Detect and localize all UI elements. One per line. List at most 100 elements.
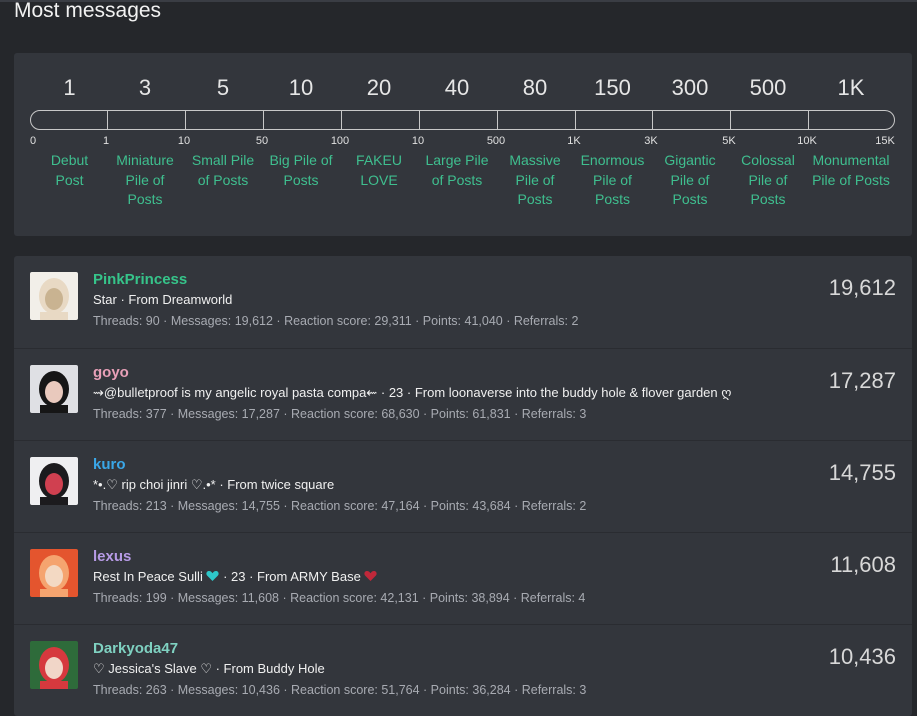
level-number: 1K bbox=[837, 75, 865, 100]
member-name-link[interactable]: kuro bbox=[93, 456, 126, 473]
trophy-name[interactable]: FAKEU LOVE bbox=[337, 151, 421, 190]
avatar-pinkprincess-icon[interactable] bbox=[30, 272, 78, 320]
member-stats: Threads: 213 · Messages: 14,755 · Reacti… bbox=[93, 499, 587, 513]
avatar-kuro-icon[interactable] bbox=[30, 457, 78, 505]
trophy-name[interactable]: Gigantic Pile of Posts bbox=[648, 151, 732, 210]
track-tick bbox=[497, 111, 498, 130]
member-row: kuro *•.♡ rip choi jinri ♡.•* · From twic… bbox=[14, 440, 912, 531]
member-user-title: Star · From Dreamworld bbox=[93, 292, 233, 307]
trophy-name-line: Posts bbox=[517, 191, 553, 207]
member-row: PinkPrincess Star · From Dreamworld Thread… bbox=[14, 256, 912, 347]
trophy-name-line: Posts bbox=[672, 191, 708, 207]
trophy-name-line: Pile of bbox=[593, 171, 632, 188]
trophy-name-line: of Posts bbox=[431, 171, 483, 188]
avatar-lexus-icon[interactable] bbox=[30, 549, 78, 597]
member-stats: Threads: 377 · Messages: 17,287 · Reacti… bbox=[93, 407, 587, 421]
trophy-name-line: Pile of bbox=[125, 171, 165, 188]
member-user-title: ⇝@bulletproof is my angelic royal pasta … bbox=[93, 385, 732, 400]
member-name-link[interactable]: PinkPrincess bbox=[93, 271, 187, 288]
track-tick bbox=[730, 111, 731, 130]
trophy-name[interactable]: Miniature Pile of Posts bbox=[103, 151, 187, 210]
trophy-name-line: Gigantic bbox=[664, 152, 716, 168]
trophy-name[interactable]: Small Pile of Posts bbox=[181, 151, 265, 190]
level-number: 1 bbox=[63, 75, 76, 100]
tick-label: 1K bbox=[567, 135, 581, 147]
trophy-name-line: Monumental bbox=[812, 152, 890, 168]
member-user-title: ♡ Jessica's Slave ♡ · From Buddy Hole bbox=[93, 661, 325, 676]
tick-label: 10K bbox=[797, 135, 817, 147]
tick-label: 50 bbox=[255, 135, 269, 147]
message-count: 10,436 bbox=[828, 644, 896, 669]
trophy-name-line: Massive bbox=[509, 152, 561, 168]
message-count: 11,608 bbox=[830, 552, 896, 577]
message-count: 14,755 bbox=[828, 460, 896, 485]
trophy-name-line: Miniature bbox=[116, 152, 174, 168]
tick-label: 10 bbox=[411, 135, 425, 147]
trophy-name-line: Pile of bbox=[515, 171, 555, 188]
message-count: 17,287 bbox=[828, 368, 896, 393]
trophy-name-line: of Posts bbox=[197, 171, 249, 188]
level-number: 500 bbox=[749, 75, 787, 100]
progress-track bbox=[30, 110, 895, 130]
member-row: lexus Rest In Peace Sulli · 23 · From ARM… bbox=[14, 532, 912, 623]
tick-label: 10 bbox=[177, 135, 191, 147]
trophy-name-line: Pile of Posts bbox=[812, 171, 890, 188]
tick-label: 3K bbox=[644, 135, 658, 147]
level-number: 300 bbox=[671, 75, 709, 100]
trophy-name-line: Debut bbox=[50, 152, 89, 168]
trophy-name-line: Colossal bbox=[741, 152, 795, 168]
member-row: goyo ⇝@bulletproof is my angelic royal pa… bbox=[14, 348, 912, 439]
level-number: 40 bbox=[444, 75, 470, 100]
track-tick bbox=[107, 111, 108, 130]
member-name-link[interactable]: lexus bbox=[93, 548, 131, 565]
trophy-name[interactable]: Enormous Pile of Posts bbox=[571, 151, 655, 210]
tick-label: 15K bbox=[875, 135, 895, 147]
trophy-name-line: Small Pile bbox=[191, 152, 255, 168]
trophy-name-line: Posts bbox=[127, 191, 163, 207]
trophy-name-line: FAKEU bbox=[356, 152, 402, 168]
member-title-part: · 23 · From ARMY Base bbox=[219, 569, 365, 584]
member-title-part: Rest In Peace Sulli bbox=[93, 569, 207, 584]
trophy-name-line: Posts bbox=[750, 191, 786, 207]
track-tick bbox=[575, 111, 576, 130]
track-tick bbox=[185, 111, 186, 130]
trophy-name-line: LOVE bbox=[360, 171, 398, 188]
member-stats: Threads: 263 · Messages: 10,436 · Reacti… bbox=[93, 683, 587, 697]
trophy-name[interactable]: Monumental Pile of Posts bbox=[803, 151, 899, 190]
heart-icon bbox=[206, 569, 220, 584]
track-tick bbox=[341, 111, 342, 130]
message-count: 19,612 bbox=[828, 275, 896, 300]
track-tick bbox=[419, 111, 420, 130]
tick-label: 1 bbox=[102, 135, 110, 147]
level-number: 10 bbox=[288, 75, 314, 100]
trophy-name[interactable]: Colossal Pile of Posts bbox=[726, 151, 810, 210]
member-user-title: *•.♡ rip choi jinri ♡.•* · From twice sq… bbox=[93, 477, 335, 492]
trophy-name-line: Enormous bbox=[580, 152, 645, 168]
member-list: PinkPrincess Star · From Dreamworld Thread… bbox=[14, 256, 912, 716]
heart-icon bbox=[364, 569, 378, 584]
track-tick bbox=[652, 111, 653, 130]
trophy-name[interactable]: Massive Pile of Posts bbox=[493, 151, 577, 210]
level-number: 150 bbox=[594, 75, 631, 100]
trophy-name-line: Post bbox=[55, 171, 84, 188]
member-name-link[interactable]: goyo bbox=[93, 364, 129, 381]
level-number: 3 bbox=[138, 75, 152, 100]
trophy-name[interactable]: Large Pile of Posts bbox=[415, 151, 499, 190]
tick-label: 500 bbox=[486, 135, 506, 147]
trophy-scale-panel: 1 3 5 10 20 40 80 150 300 500 1K 0 1 10 50 100 10 500 1K 3… bbox=[14, 53, 912, 236]
avatar-darkyoda-icon[interactable] bbox=[30, 641, 78, 689]
track-tick bbox=[808, 111, 809, 130]
trophy-name-line: Large Pile bbox=[425, 152, 489, 168]
member-stats: Threads: 90 · Messages: 19,612 · Reactio… bbox=[93, 314, 579, 328]
page-title: Most messages bbox=[14, 0, 162, 22]
member-name-link[interactable]: Darkyoda47 bbox=[93, 640, 178, 657]
member-row: Darkyoda47 ♡ Jessica's Slave ♡ · From Bud… bbox=[14, 624, 912, 715]
level-numbers-row: 1 3 5 10 20 40 80 150 300 500 1K bbox=[14, 75, 912, 105]
track-tick bbox=[263, 111, 264, 130]
level-number: 20 bbox=[366, 75, 392, 100]
trophy-name[interactable]: Big Pile of Posts bbox=[259, 151, 343, 190]
level-number: 80 bbox=[522, 75, 548, 100]
avatar-goyo-icon[interactable] bbox=[30, 365, 78, 413]
tick-label: 100 bbox=[330, 135, 350, 147]
trophy-name[interactable]: Debut Post bbox=[28, 151, 112, 190]
